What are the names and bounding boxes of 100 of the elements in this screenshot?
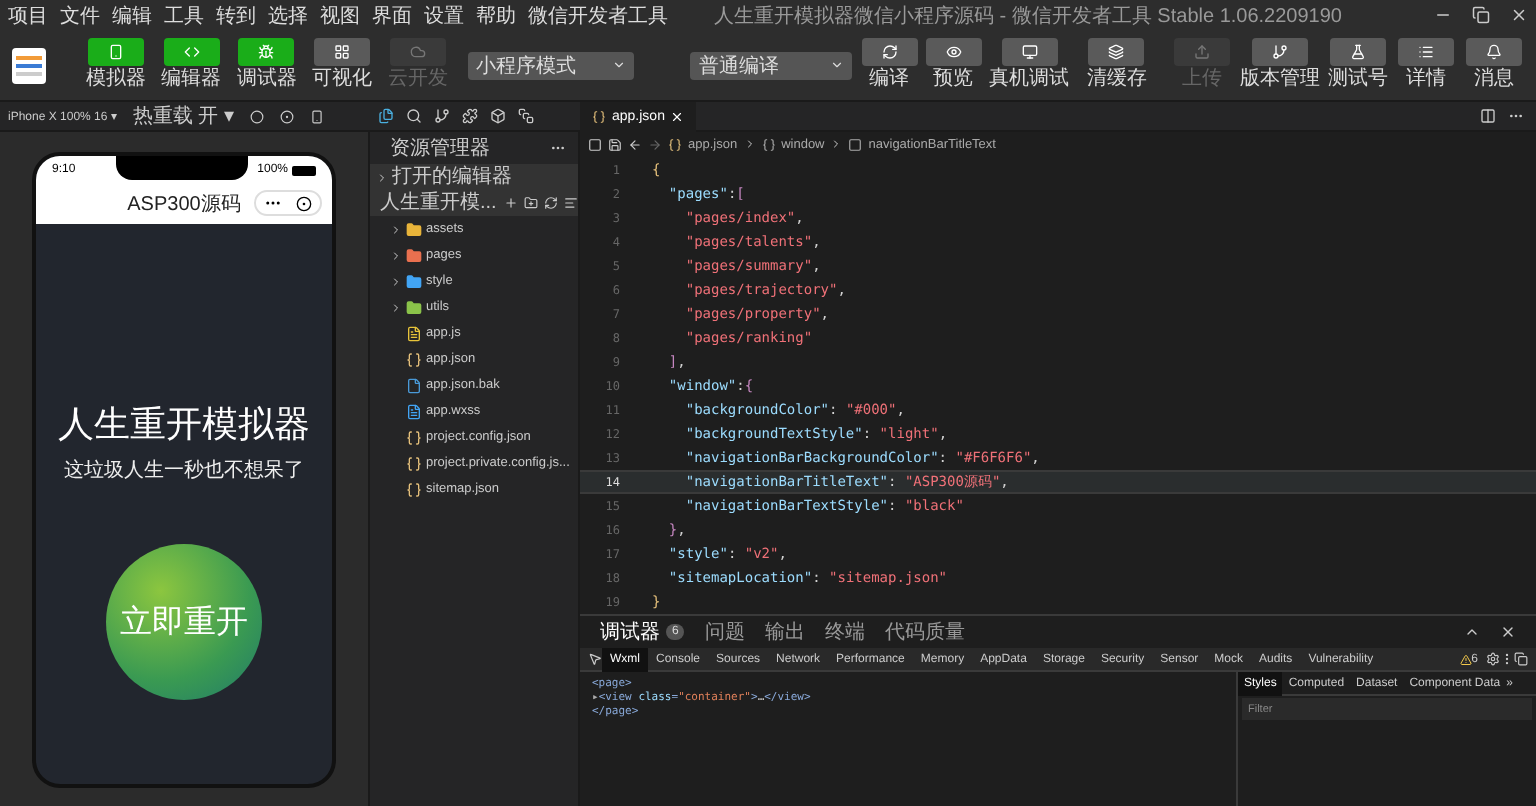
file-icon xyxy=(406,377,422,393)
expand-icon[interactable] xyxy=(1464,624,1480,640)
braces-icon xyxy=(668,137,682,151)
split-icon xyxy=(1480,108,1496,124)
forward-icon xyxy=(648,137,662,151)
toolbar-button[interactable]: 测试号 xyxy=(1328,38,1389,92)
new-folder-icon xyxy=(524,196,539,210)
panel-title: 资源管理器 xyxy=(390,136,490,162)
hot-reload-select[interactable]: 热重载 开 ▾ xyxy=(132,102,234,130)
menu-item[interactable]: 项目 xyxy=(8,1,48,29)
toolbar-button[interactable]: 真机调试 xyxy=(989,38,1070,92)
chevron-icon xyxy=(390,223,402,235)
app-subtitle: 这垃圾人生一秒也不想呆了 xyxy=(64,457,304,484)
layers-icon xyxy=(1108,44,1125,60)
branch-icon xyxy=(434,108,450,124)
phone-icon xyxy=(107,44,124,60)
braces-icon xyxy=(592,109,606,123)
mode-select[interactable]: 小程序模式 xyxy=(467,51,634,79)
back-icon xyxy=(628,137,642,151)
battery-icon xyxy=(292,165,316,175)
view-toggle-button[interactable]: 编辑器 xyxy=(157,38,226,92)
monitor-icon xyxy=(1021,44,1038,60)
menu-item[interactable]: 微信开发者工具 xyxy=(528,1,668,29)
nav-title: ASP300源码 xyxy=(127,192,241,218)
compile-select[interactable]: 普通编译 xyxy=(690,51,853,79)
warning-icon xyxy=(1459,653,1472,665)
branch-icon xyxy=(1272,44,1289,60)
panel-tab[interactable]: 问题 xyxy=(704,618,745,646)
menu-item[interactable]: 设置 xyxy=(424,1,464,29)
object-icon xyxy=(761,137,776,151)
refresh-icon xyxy=(881,44,898,60)
box-icon xyxy=(490,108,506,124)
panel-tab[interactable]: 终端 xyxy=(824,618,865,646)
chevron-icon xyxy=(390,249,402,261)
menu-item[interactable]: 界面 xyxy=(372,1,412,29)
panel-tab[interactable]: 代码质量 xyxy=(884,618,965,646)
flask-icon xyxy=(1350,44,1367,60)
files-icon xyxy=(378,108,394,124)
new-file-icon xyxy=(504,196,519,210)
record-icon xyxy=(296,195,313,211)
field-icon xyxy=(848,137,863,151)
menu-item[interactable]: 选择 xyxy=(268,1,308,29)
restore-icon[interactable] xyxy=(1472,6,1490,24)
menu-item[interactable]: 文件 xyxy=(60,1,100,29)
close-icon[interactable] xyxy=(1510,6,1528,24)
braces-icon xyxy=(406,455,422,471)
chevron-icon xyxy=(390,301,402,313)
caret-icon xyxy=(830,58,845,72)
kebab-icon[interactable] xyxy=(1500,652,1514,666)
braces-icon xyxy=(406,429,422,445)
chevron-icon xyxy=(743,138,756,150)
menu-item[interactable]: 工具 xyxy=(164,1,204,29)
menu-item[interactable]: 转到 xyxy=(216,1,256,29)
refresh-icon xyxy=(544,196,559,210)
stack-icon xyxy=(518,108,534,124)
save-icon xyxy=(608,137,622,151)
chevron-icon xyxy=(830,138,843,150)
toolbar-button[interactable]: 详情 xyxy=(1396,38,1457,92)
grid-icon xyxy=(334,44,351,60)
eye-icon xyxy=(945,44,962,60)
view-toggle-button[interactable]: 模拟器 xyxy=(82,38,150,92)
stylesheet-icon xyxy=(406,403,422,419)
list-icon xyxy=(1418,44,1435,60)
menu-item[interactable]: 视图 xyxy=(320,1,360,29)
menu-item[interactable]: 帮助 xyxy=(476,1,516,29)
bell-icon xyxy=(1486,44,1502,60)
square-icon xyxy=(588,137,602,151)
collapse-icon xyxy=(564,196,579,210)
app-title: 人生重开模拟器 xyxy=(58,402,310,448)
inspect-icon[interactable] xyxy=(588,652,602,666)
circle-icon xyxy=(249,109,264,123)
settings-icon[interactable] xyxy=(1486,652,1500,666)
toolbar-button[interactable]: 清缓存 xyxy=(1077,38,1157,92)
menu-item[interactable]: 编辑 xyxy=(112,1,152,29)
toolbar-button[interactable]: 消息 xyxy=(1464,38,1524,92)
braces-icon xyxy=(406,351,422,367)
phone-icon xyxy=(309,109,324,123)
puzzle-icon xyxy=(462,108,478,124)
notch xyxy=(116,156,248,180)
close-icon[interactable] xyxy=(1500,624,1516,640)
record-icon xyxy=(279,109,294,123)
view-toggle-button[interactable]: 可视化 xyxy=(308,38,377,92)
panel-tab[interactable]: 输出 xyxy=(764,618,805,646)
caret-icon xyxy=(611,58,626,72)
chevron-icon xyxy=(390,275,402,287)
bug-icon xyxy=(258,44,275,60)
app-logo xyxy=(12,47,47,83)
view-toggle-button[interactable]: 调试器 xyxy=(233,38,301,92)
search-icon xyxy=(406,108,422,124)
toolbar-button[interactable]: 版本管理 xyxy=(1240,38,1321,92)
js-file-icon xyxy=(406,325,422,341)
window-title: 人生重开模拟器微信小程序源码 - 微信开发者工具 Stable 1.06.2209190 xyxy=(714,3,1342,29)
cloud-icon xyxy=(409,44,426,60)
section-header[interactable]: 打开的编辑器 xyxy=(370,164,578,190)
capsule-menu[interactable] xyxy=(254,190,322,216)
section-header[interactable]: 人生重开模... xyxy=(370,190,578,216)
braces-icon xyxy=(406,481,422,497)
upload-icon xyxy=(1194,44,1211,60)
dock-icon[interactable] xyxy=(1514,652,1528,666)
chevron-icon xyxy=(376,171,388,183)
